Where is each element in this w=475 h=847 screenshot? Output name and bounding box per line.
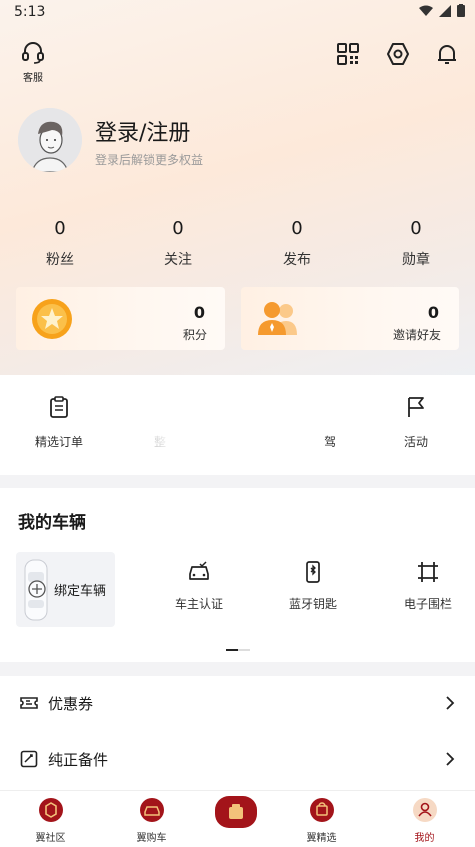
wifi-icon: [419, 5, 433, 16]
tab-buy-car[interactable]: 翼购车: [104, 797, 199, 844]
headset-icon: [22, 42, 44, 64]
default-avatar-icon: [18, 108, 82, 172]
section-title: 我的车辆: [18, 513, 86, 533]
system-icons: [419, 4, 465, 17]
profile-icon: [412, 798, 437, 822]
login-hint: 登录后解锁更多权益: [95, 153, 204, 167]
list-item-coupons[interactable]: 优惠券: [0, 676, 475, 731]
tab-selection[interactable]: 翼精选: [274, 797, 369, 844]
signal-icon: [439, 4, 451, 17]
tab-label: 翼社区: [35, 833, 66, 844]
invite-label: 邀请好友: [392, 328, 441, 342]
avatar[interactable]: [18, 108, 82, 172]
list-item-label: 纯正备件: [48, 751, 109, 769]
stat-label: 粉丝: [46, 252, 74, 268]
stat-value: 0: [410, 218, 422, 239]
quick-menu: 精选订单 整 驾 活动: [0, 375, 475, 475]
genuine-parts-icon: [20, 750, 38, 768]
menu-item-orders[interactable]: 精选订单: [13, 395, 105, 450]
customer-service-label: 客服: [23, 73, 43, 84]
center-action-icon: [229, 804, 243, 819]
qr-scan-icon[interactable]: [336, 42, 360, 66]
stat-value: 0: [172, 218, 184, 239]
stat-medals[interactable]: 0 勋章: [357, 218, 475, 269]
points-label: 积分: [182, 328, 207, 342]
stat-label: 关注: [164, 252, 192, 268]
stat-following[interactable]: 0 关注: [119, 218, 237, 269]
stat-value: 0: [291, 218, 303, 239]
chevron-right-icon: [446, 696, 455, 710]
center-action-button[interactable]: [215, 796, 257, 828]
carousel-indicator: [226, 649, 250, 652]
stat-label: 勋章: [402, 252, 430, 268]
geofence-button[interactable]: 电子围栏: [383, 560, 473, 612]
community-icon: [38, 798, 63, 822]
points-card[interactable]: 0 积分: [16, 287, 225, 350]
login-register-link[interactable]: 登录/注册: [95, 115, 190, 147]
buy-car-icon: [139, 798, 164, 822]
chevron-right-icon: [446, 752, 455, 766]
stat-fans[interactable]: 0 粉丝: [1, 218, 119, 269]
points-value: 0: [193, 303, 205, 322]
indicator-active: [226, 649, 238, 651]
stat-value: 0: [54, 218, 66, 239]
star-coin-icon: [32, 299, 72, 339]
menu-item-label: 精选订单: [34, 435, 83, 449]
bluetooth-key-icon: [306, 561, 320, 583]
geofence-icon: [418, 562, 438, 582]
customer-service-button[interactable]: 客服: [18, 42, 48, 84]
bluetooth-key-button[interactable]: 蓝牙钥匙: [268, 560, 358, 612]
ticket-icon: [20, 697, 38, 709]
my-vehicles-section: 我的车辆 绑定车辆 车主认证 蓝牙钥匙 电子围栏: [0, 488, 475, 662]
stat-posts[interactable]: 0 发布: [238, 218, 356, 269]
list-item-parts[interactable]: 纯正备件: [0, 732, 475, 787]
owner-verification-button[interactable]: 车主认证: [154, 560, 244, 612]
bell-icon[interactable]: [435, 42, 459, 66]
clipboard-icon: [50, 396, 68, 418]
tab-label: 翼购车: [136, 833, 167, 844]
menu-item-activity[interactable]: 活动: [370, 395, 462, 450]
flag-icon: [408, 397, 424, 417]
invite-friends-icon: [258, 302, 297, 335]
status-time: 5:13: [14, 4, 46, 20]
selection-icon: [309, 798, 334, 822]
service-list: 优惠券 纯正备件: [0, 676, 475, 790]
bind-vehicle-label: 绑定车辆: [54, 584, 107, 599]
indicator-inactive: [238, 649, 250, 651]
add-circle-icon: [28, 580, 46, 598]
car-check-icon: [189, 561, 209, 580]
tab-mine[interactable]: 我的: [377, 797, 472, 844]
invite-value: 0: [427, 303, 439, 322]
battery-icon: [457, 4, 465, 17]
vehicle-item-label: 电子围栏: [403, 597, 452, 611]
tab-label: 我的: [414, 833, 435, 844]
bind-vehicle-button[interactable]: 绑定车辆: [16, 552, 115, 627]
stat-label: 发布: [283, 252, 311, 268]
settings-icon[interactable]: [386, 42, 410, 66]
list-item-label: 优惠券: [48, 695, 94, 713]
loading-overlay: [150, 375, 325, 475]
invite-friends-card[interactable]: 0 邀请好友: [241, 287, 459, 350]
status-bar: 5:13: [0, 0, 475, 24]
tab-community[interactable]: 翼社区: [3, 797, 98, 844]
menu-item-label: 活动: [403, 435, 428, 449]
vehicle-item-label: 蓝牙钥匙: [288, 597, 337, 611]
vehicle-item-label: 车主认证: [174, 597, 223, 611]
tab-label: 翼精选: [306, 833, 337, 844]
